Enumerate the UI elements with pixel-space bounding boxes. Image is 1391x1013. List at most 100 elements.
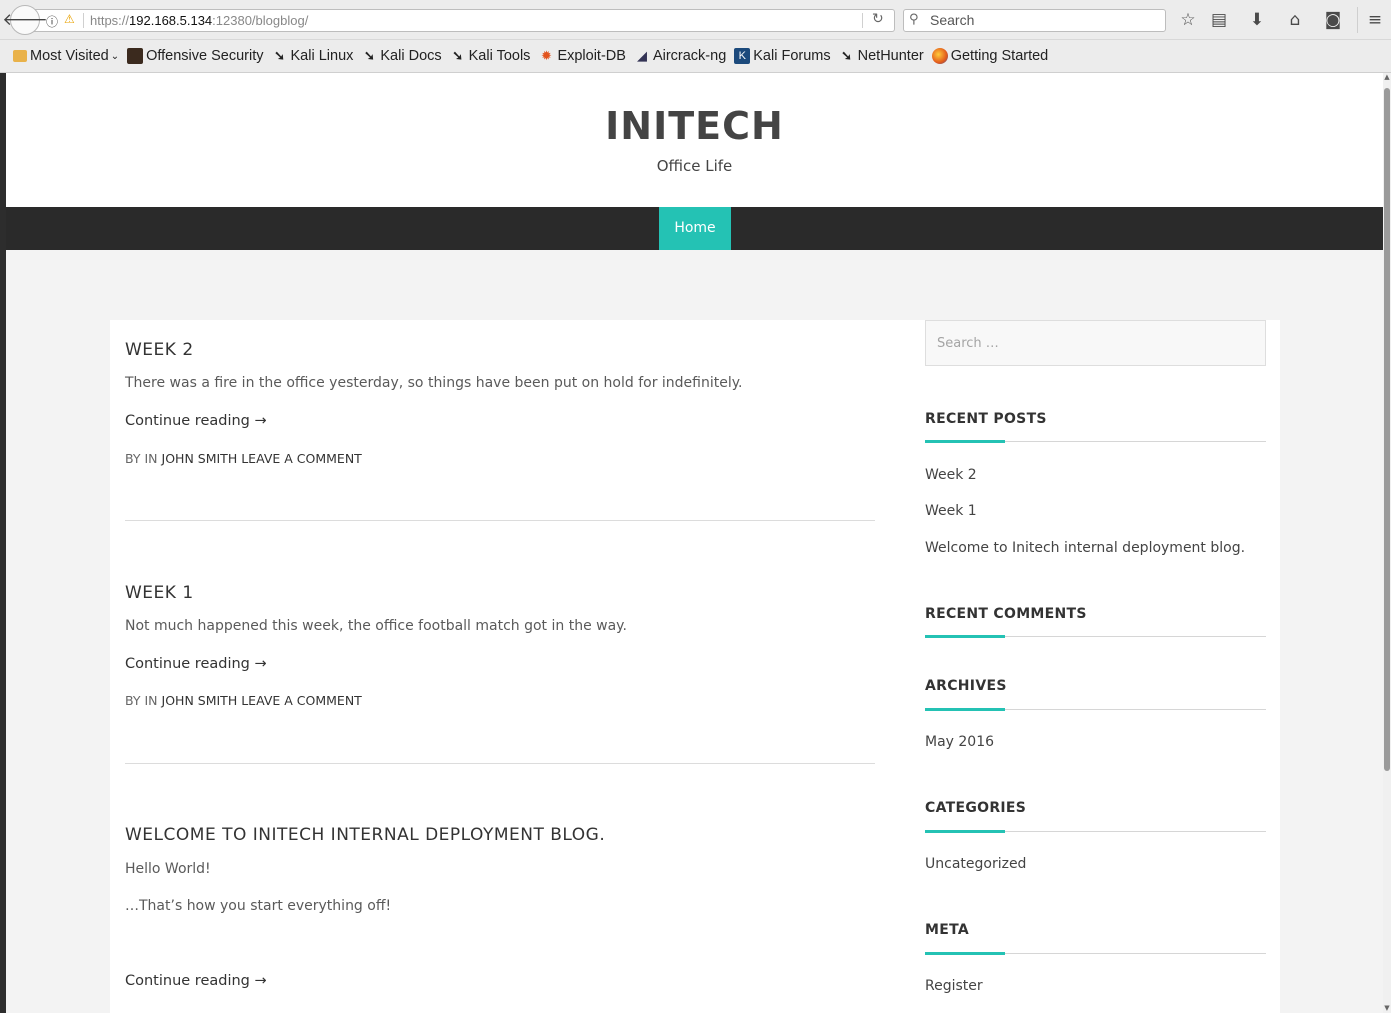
url-separator: [83, 13, 84, 28]
bookmark-label: Kali Linux: [290, 48, 354, 64]
home-icon[interactable]: ⌂: [1283, 9, 1307, 31]
continue-reading-link[interactable]: Continue reading →: [125, 973, 267, 989]
category-link[interactable]: Uncategorized: [925, 856, 1026, 872]
widget-underline: [925, 635, 1266, 638]
reload-icon[interactable]: ↻: [872, 11, 884, 27]
kali-icon: ➘: [274, 48, 285, 63]
bookmark-label: Exploit-DB: [557, 48, 626, 64]
bookmark-label: Getting Started: [950, 48, 1049, 64]
url-text[interactable]: https://192.168.5.134:12380/blogblog/: [90, 13, 308, 28]
scroll-down-arrow-icon[interactable]: ▼: [1383, 1004, 1391, 1012]
toolbar-separator: [1357, 7, 1358, 33]
post-meta-by-in: BY IN: [125, 451, 158, 466]
post-welcome: WELCOME TO INITECH INTERNAL DEPLOYMENT B…: [125, 825, 875, 989]
post-excerpt-line: …That’s how you start everything off!: [125, 898, 392, 914]
offsec-icon: [127, 48, 144, 64]
bookmark-exploit-db[interactable]: ✹ Exploit-DB: [538, 48, 626, 64]
scrollbar-thumb[interactable]: [1384, 88, 1390, 771]
site-header: INITECH Office Life: [6, 73, 1383, 207]
post-excerpt: Not much happened this week, the office …: [125, 618, 627, 634]
widget-underline: [925, 830, 1266, 833]
bookmark-label: Aircrack-ng: [652, 48, 727, 64]
bookmarks-toolbar: Most Visited ⌄ Offensive Security ➘ Kali…: [0, 40, 1391, 73]
content-area: WEEK 2 There was a fire in the office ye…: [110, 320, 1280, 1013]
bookmark-label: Kali Forums: [753, 48, 831, 64]
bookmark-kali-tools[interactable]: ➘ Kali Tools: [450, 48, 531, 64]
bookmark-label: Offensive Security: [146, 48, 264, 64]
bookmark-most-visited[interactable]: Most Visited ⌄: [13, 48, 119, 64]
continue-reading-link[interactable]: Continue reading →: [125, 413, 267, 429]
back-button[interactable]: 🡐: [2, 5, 48, 35]
post-title[interactable]: WELCOME TO INITECH INTERNAL DEPLOYMENT B…: [125, 825, 875, 845]
url-path: :12380/blogblog/: [212, 13, 309, 28]
post-meta-by-in: BY IN: [125, 693, 158, 708]
recent-post-link[interactable]: Week 2: [925, 467, 977, 483]
archive-link[interactable]: May 2016: [925, 734, 994, 750]
reading-list-icon[interactable]: ▤: [1207, 9, 1231, 31]
post-week-1: WEEK 1 Not much happened this week, the …: [125, 583, 875, 708]
chevron-down-icon: ⌄: [110, 50, 120, 62]
post-divider: [125, 520, 875, 521]
recent-post-link[interactable]: Welcome to Initech internal deployment b…: [925, 540, 1245, 556]
recent-post-link[interactable]: Week 1: [925, 503, 977, 519]
bookmark-kali-linux[interactable]: ➘ Kali Linux: [272, 48, 354, 64]
browser-search-bar[interactable]: ⚲: [903, 9, 1166, 32]
widget-underline: [925, 952, 1266, 955]
post-meta: BY IN JOHN SMITH LEAVE A COMMENT: [125, 451, 362, 466]
aircrack-icon: ◢: [636, 48, 647, 63]
pocket-icon[interactable]: ◙: [1321, 9, 1345, 31]
widget-title-archives: ARCHIVES: [925, 678, 1007, 694]
bookmark-star-icon[interactable]: ☆: [1176, 9, 1200, 31]
kali-icon: ➘: [452, 48, 464, 63]
back-arrow-icon: 🡐: [2, 10, 48, 30]
post-title[interactable]: WEEK 2: [125, 340, 875, 360]
folder-icon: [13, 50, 27, 62]
url-scheme: https://: [90, 13, 130, 28]
bookmark-aircrack-ng[interactable]: ◢ Aircrack-ng: [634, 48, 726, 64]
widget-underline: [925, 708, 1266, 711]
widget-title-recent-comments: RECENT COMMENTS: [925, 606, 1087, 622]
post-author-link[interactable]: JOHN SMITH: [162, 451, 238, 466]
scroll-up-arrow-icon[interactable]: ▲: [1383, 73, 1391, 81]
meta-register-link[interactable]: Register: [925, 978, 983, 994]
bookmark-kali-docs[interactable]: ➘ Kali Docs: [361, 48, 442, 64]
bookmark-kali-forums[interactable]: K Kali Forums: [734, 48, 831, 64]
widget-title-meta: META: [925, 922, 969, 938]
kali-icon: ➘: [841, 48, 853, 63]
continue-reading-link[interactable]: Continue reading →: [125, 656, 267, 672]
sidebar-search-input[interactable]: [925, 320, 1266, 366]
bookmark-nethunter[interactable]: ➘ NetHunter: [839, 48, 924, 64]
leave-comment-link[interactable]: LEAVE A COMMENT: [241, 693, 362, 708]
site-tagline: Office Life: [656, 157, 733, 175]
url-bar[interactable]: ⓘ ⚠ https://192.168.5.134:12380/blogblog…: [30, 9, 895, 32]
post-author-link[interactable]: JOHN SMITH: [162, 693, 238, 708]
widget-title-recent-posts: RECENT POSTS: [925, 411, 1047, 427]
web-page: INITECH Office Life Home WEEK 2 There wa…: [6, 73, 1383, 1013]
post-meta: BY IN JOHN SMITH LEAVE A COMMENT: [125, 693, 362, 708]
post-title[interactable]: WEEK 1: [125, 583, 875, 603]
nav-home-link[interactable]: Home: [659, 207, 731, 250]
post-excerpt: There was a fire in the office yesterday…: [125, 375, 743, 391]
reload-separator: [862, 13, 863, 28]
site-title[interactable]: INITECH: [6, 104, 1383, 148]
bookmark-getting-started[interactable]: Getting Started: [931, 48, 1049, 64]
kali-icon: ➘: [363, 48, 375, 63]
bookmark-offensive-security[interactable]: Offensive Security: [127, 48, 264, 64]
bookmark-label: Kali Tools: [468, 48, 531, 64]
downloads-icon[interactable]: ⬇: [1245, 9, 1269, 31]
widget-underline: [925, 440, 1266, 443]
widget-title-categories: CATEGORIES: [925, 800, 1027, 816]
exploitdb-icon: ✹: [540, 48, 552, 63]
browser-toolbar: ⓘ ⚠ https://192.168.5.134:12380/blogblog…: [0, 0, 1391, 40]
bookmark-label: Kali Docs: [380, 48, 442, 64]
menu-icon[interactable]: ≡: [1363, 9, 1387, 31]
bookmark-label: Most Visited: [30, 48, 109, 64]
post-excerpt-line: Hello World!: [125, 861, 211, 877]
page-scrollbar[interactable]: ▲ ▼: [1383, 73, 1391, 1013]
bookmark-label: NetHunter: [857, 48, 924, 64]
leave-comment-link[interactable]: LEAVE A COMMENT: [241, 451, 362, 466]
insecure-lock-warning-icon[interactable]: ⚠: [64, 12, 75, 26]
info-icon[interactable]: ⓘ: [46, 13, 58, 30]
url-host: 192.168.5.134: [129, 13, 213, 28]
browser-search-input[interactable]: [928, 11, 1162, 29]
